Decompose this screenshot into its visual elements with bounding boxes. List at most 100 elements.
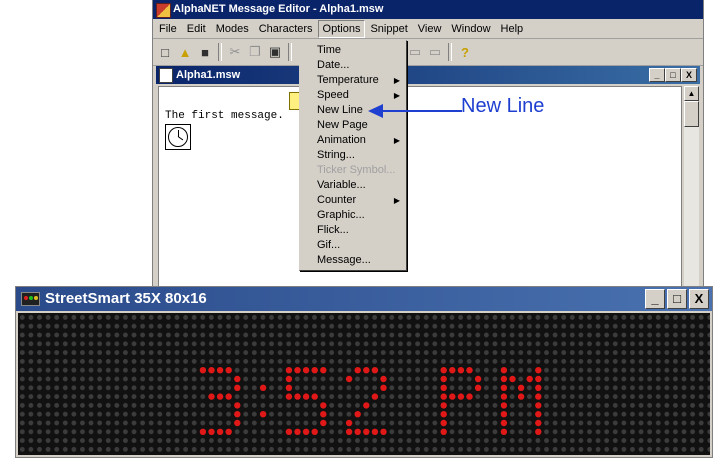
led-dot: [380, 384, 387, 391]
format-icon[interactable]: ▭: [425, 42, 445, 62]
vertical-scrollbar[interactable]: ▲: [684, 86, 699, 292]
toolbar-separator: [288, 43, 292, 61]
led-dot: [535, 393, 542, 400]
led-dot: [345, 375, 353, 383]
help-icon[interactable]: ?: [455, 42, 475, 62]
led-dot: [354, 411, 361, 418]
submenu-arrow-icon: ▶: [393, 76, 400, 85]
led-dot: [208, 367, 215, 374]
led-dot: [311, 428, 318, 435]
menu-item-new-page[interactable]: New Page: [300, 118, 406, 133]
menu-view[interactable]: View: [413, 20, 447, 38]
close-button[interactable]: X: [681, 68, 697, 82]
document-icon: [159, 68, 173, 83]
led-dot: [500, 384, 508, 391]
led-dot: [500, 411, 508, 418]
led-dot: [449, 393, 456, 400]
led-dot: [302, 393, 310, 400]
led-dot: [225, 367, 232, 374]
menu-item-label: Time: [317, 44, 342, 56]
menu-item-speed[interactable]: Speed ▶: [300, 88, 406, 103]
led-window-controls: _ □ X: [645, 289, 709, 309]
led-dot: [500, 428, 508, 435]
menu-item-gif[interactable]: Gif...: [300, 238, 406, 253]
menu-item-string[interactable]: String...: [300, 148, 406, 163]
led-dot: [294, 428, 301, 435]
menu-window[interactable]: Window: [446, 20, 495, 38]
led-dot: [225, 393, 232, 400]
editor-title-bar[interactable]: AlphaNET Message Editor - Alpha1.msw: [153, 0, 703, 19]
maximize-button[interactable]: □: [667, 289, 687, 309]
led-dot: [474, 375, 482, 383]
led-dot: [259, 384, 267, 391]
menu-item-label: Flick...: [317, 224, 349, 236]
minimize-button[interactable]: _: [645, 289, 665, 309]
menu-item-time[interactable]: Time: [300, 43, 406, 58]
menu-modes[interactable]: Modes: [211, 20, 254, 38]
scroll-up-button[interactable]: ▲: [684, 86, 699, 101]
annotation-label: New Line: [461, 95, 545, 117]
menu-item-variable[interactable]: Variable...: [300, 178, 406, 193]
led-dot: [234, 411, 241, 418]
paste-icon[interactable]: ▣: [265, 42, 285, 62]
menu-snippet[interactable]: Snippet: [365, 20, 412, 38]
led-dot: [500, 419, 508, 427]
scroll-thumb[interactable]: [684, 101, 699, 127]
led-dot: [440, 384, 447, 391]
new-icon[interactable]: □: [155, 42, 175, 62]
open-icon[interactable]: ▲: [175, 42, 195, 62]
message-text: The first message.: [165, 110, 284, 122]
clock-icon[interactable]: [165, 124, 191, 150]
led-dot: [294, 367, 301, 374]
led-dot: [294, 393, 301, 400]
led-dot: [440, 411, 447, 418]
menu-item-counter[interactable]: Counter ▶: [300, 193, 406, 208]
led-dot: [285, 393, 293, 400]
maximize-button[interactable]: □: [665, 68, 681, 82]
led-dot: [371, 393, 379, 400]
menu-item-label: Temperature: [317, 74, 379, 86]
led-dot: [285, 375, 293, 383]
led-dot: [440, 428, 447, 435]
led-dot: [354, 367, 361, 374]
led-dot: [234, 375, 241, 383]
menu-item-temperature[interactable]: Temperature ▶: [300, 73, 406, 88]
led-dot: [302, 367, 310, 374]
format-icon[interactable]: ▭: [405, 42, 425, 62]
led-dot: [500, 375, 508, 383]
menu-item-label: Speed: [317, 89, 349, 101]
led-dot: [363, 428, 370, 435]
cut-icon[interactable]: ✂: [225, 42, 245, 62]
led-dot: [208, 428, 215, 435]
led-dot: [285, 367, 293, 374]
menu-item-animation[interactable]: Animation ▶: [300, 133, 406, 148]
menu-item-label: Animation: [317, 134, 366, 146]
menu-item-ticker-symbol: Ticker Symbol...: [300, 163, 406, 178]
copy-icon[interactable]: ❐: [245, 42, 265, 62]
menu-item-date[interactable]: Date...: [300, 58, 406, 73]
menu-item-label: Counter: [317, 194, 357, 206]
editor-window: AlphaNET Message Editor - Alpha1.msw Fil…: [152, 0, 704, 292]
save-icon[interactable]: ■: [195, 42, 215, 62]
menu-edit[interactable]: Edit: [182, 20, 211, 38]
menu-file[interactable]: File: [154, 20, 182, 38]
led-dot: [363, 402, 370, 409]
document-title-bar[interactable]: Alpha1.msw _ □ X: [156, 66, 700, 84]
minimize-button[interactable]: _: [649, 68, 665, 82]
menu-item-flick[interactable]: Flick...: [300, 223, 406, 238]
menu-characters[interactable]: Characters: [254, 20, 318, 38]
menu-options[interactable]: Options: [317, 19, 366, 38]
led-dot: [535, 419, 542, 427]
close-button[interactable]: X: [689, 289, 709, 309]
led-dot: [535, 428, 542, 435]
led-dot: [457, 367, 465, 374]
led-display-text: [199, 367, 542, 435]
menu-help[interactable]: Help: [496, 20, 529, 38]
led-dot: [311, 367, 318, 374]
menu-item-graphic[interactable]: Graphic...: [300, 208, 406, 223]
led-dot: [535, 411, 542, 418]
led-window-title-bar[interactable]: StreetSmart 35X 80x16 _ □ X: [16, 287, 712, 311]
led-dot: [345, 419, 353, 427]
led-dot: [225, 428, 232, 435]
menu-item-message[interactable]: Message...: [300, 253, 406, 268]
